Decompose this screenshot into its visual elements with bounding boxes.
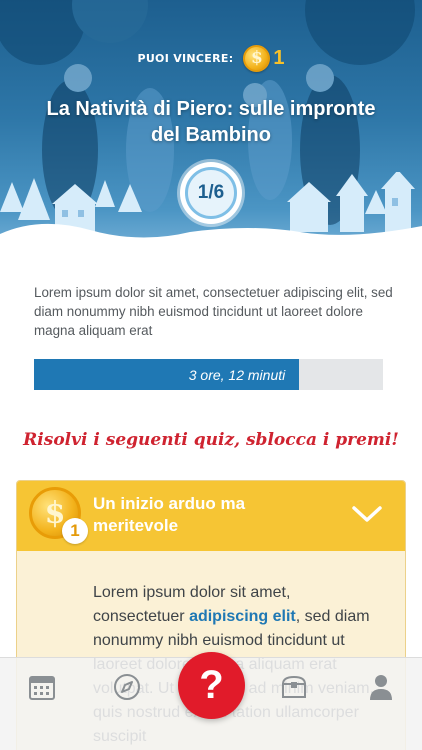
quiz-body-link[interactable]: adipiscing elit [189,608,296,625]
quiz-card-title: Un inizio arduo ma meritevole [93,494,246,535]
compass-icon[interactable] [112,672,142,702]
quiz-card-header[interactable]: $ 1 Un inizio arduo ma meritevole [17,481,405,551]
snowy-village-illustration [0,172,422,262]
page-title: La Natività di Piero: sulle impronte del… [46,98,376,146]
calendar-icon[interactable] [27,672,57,702]
question-button[interactable]: ? [178,652,245,719]
prize-label: PUOI VINCERE: [137,51,234,65]
coin-count-badge: 1 [62,518,88,544]
chevron-down-icon[interactable] [349,499,385,529]
quiz-call-to-action: Risolvi i seguenti quiz, sblocca i premi… [23,430,399,450]
user-icon[interactable] [366,672,396,702]
prize-count: 1 [273,46,285,69]
time-progress-bar: 3 ore, 12 minuti [34,359,383,390]
time-remaining-label: 3 ore, 12 minuti [188,366,286,383]
chest-icon[interactable] [279,672,309,702]
coin-icon: $ [243,44,271,72]
prize-row: PUOI VINCERE: $ 1 [0,44,422,72]
time-progress-fill: 3 ore, 12 minuti [34,359,300,390]
hero-banner: PUOI VINCERE: $ 1 La Natività di Piero: … [0,0,422,262]
description-text: Lorem ipsum dolor sit amet, consectetuer… [34,285,393,338]
